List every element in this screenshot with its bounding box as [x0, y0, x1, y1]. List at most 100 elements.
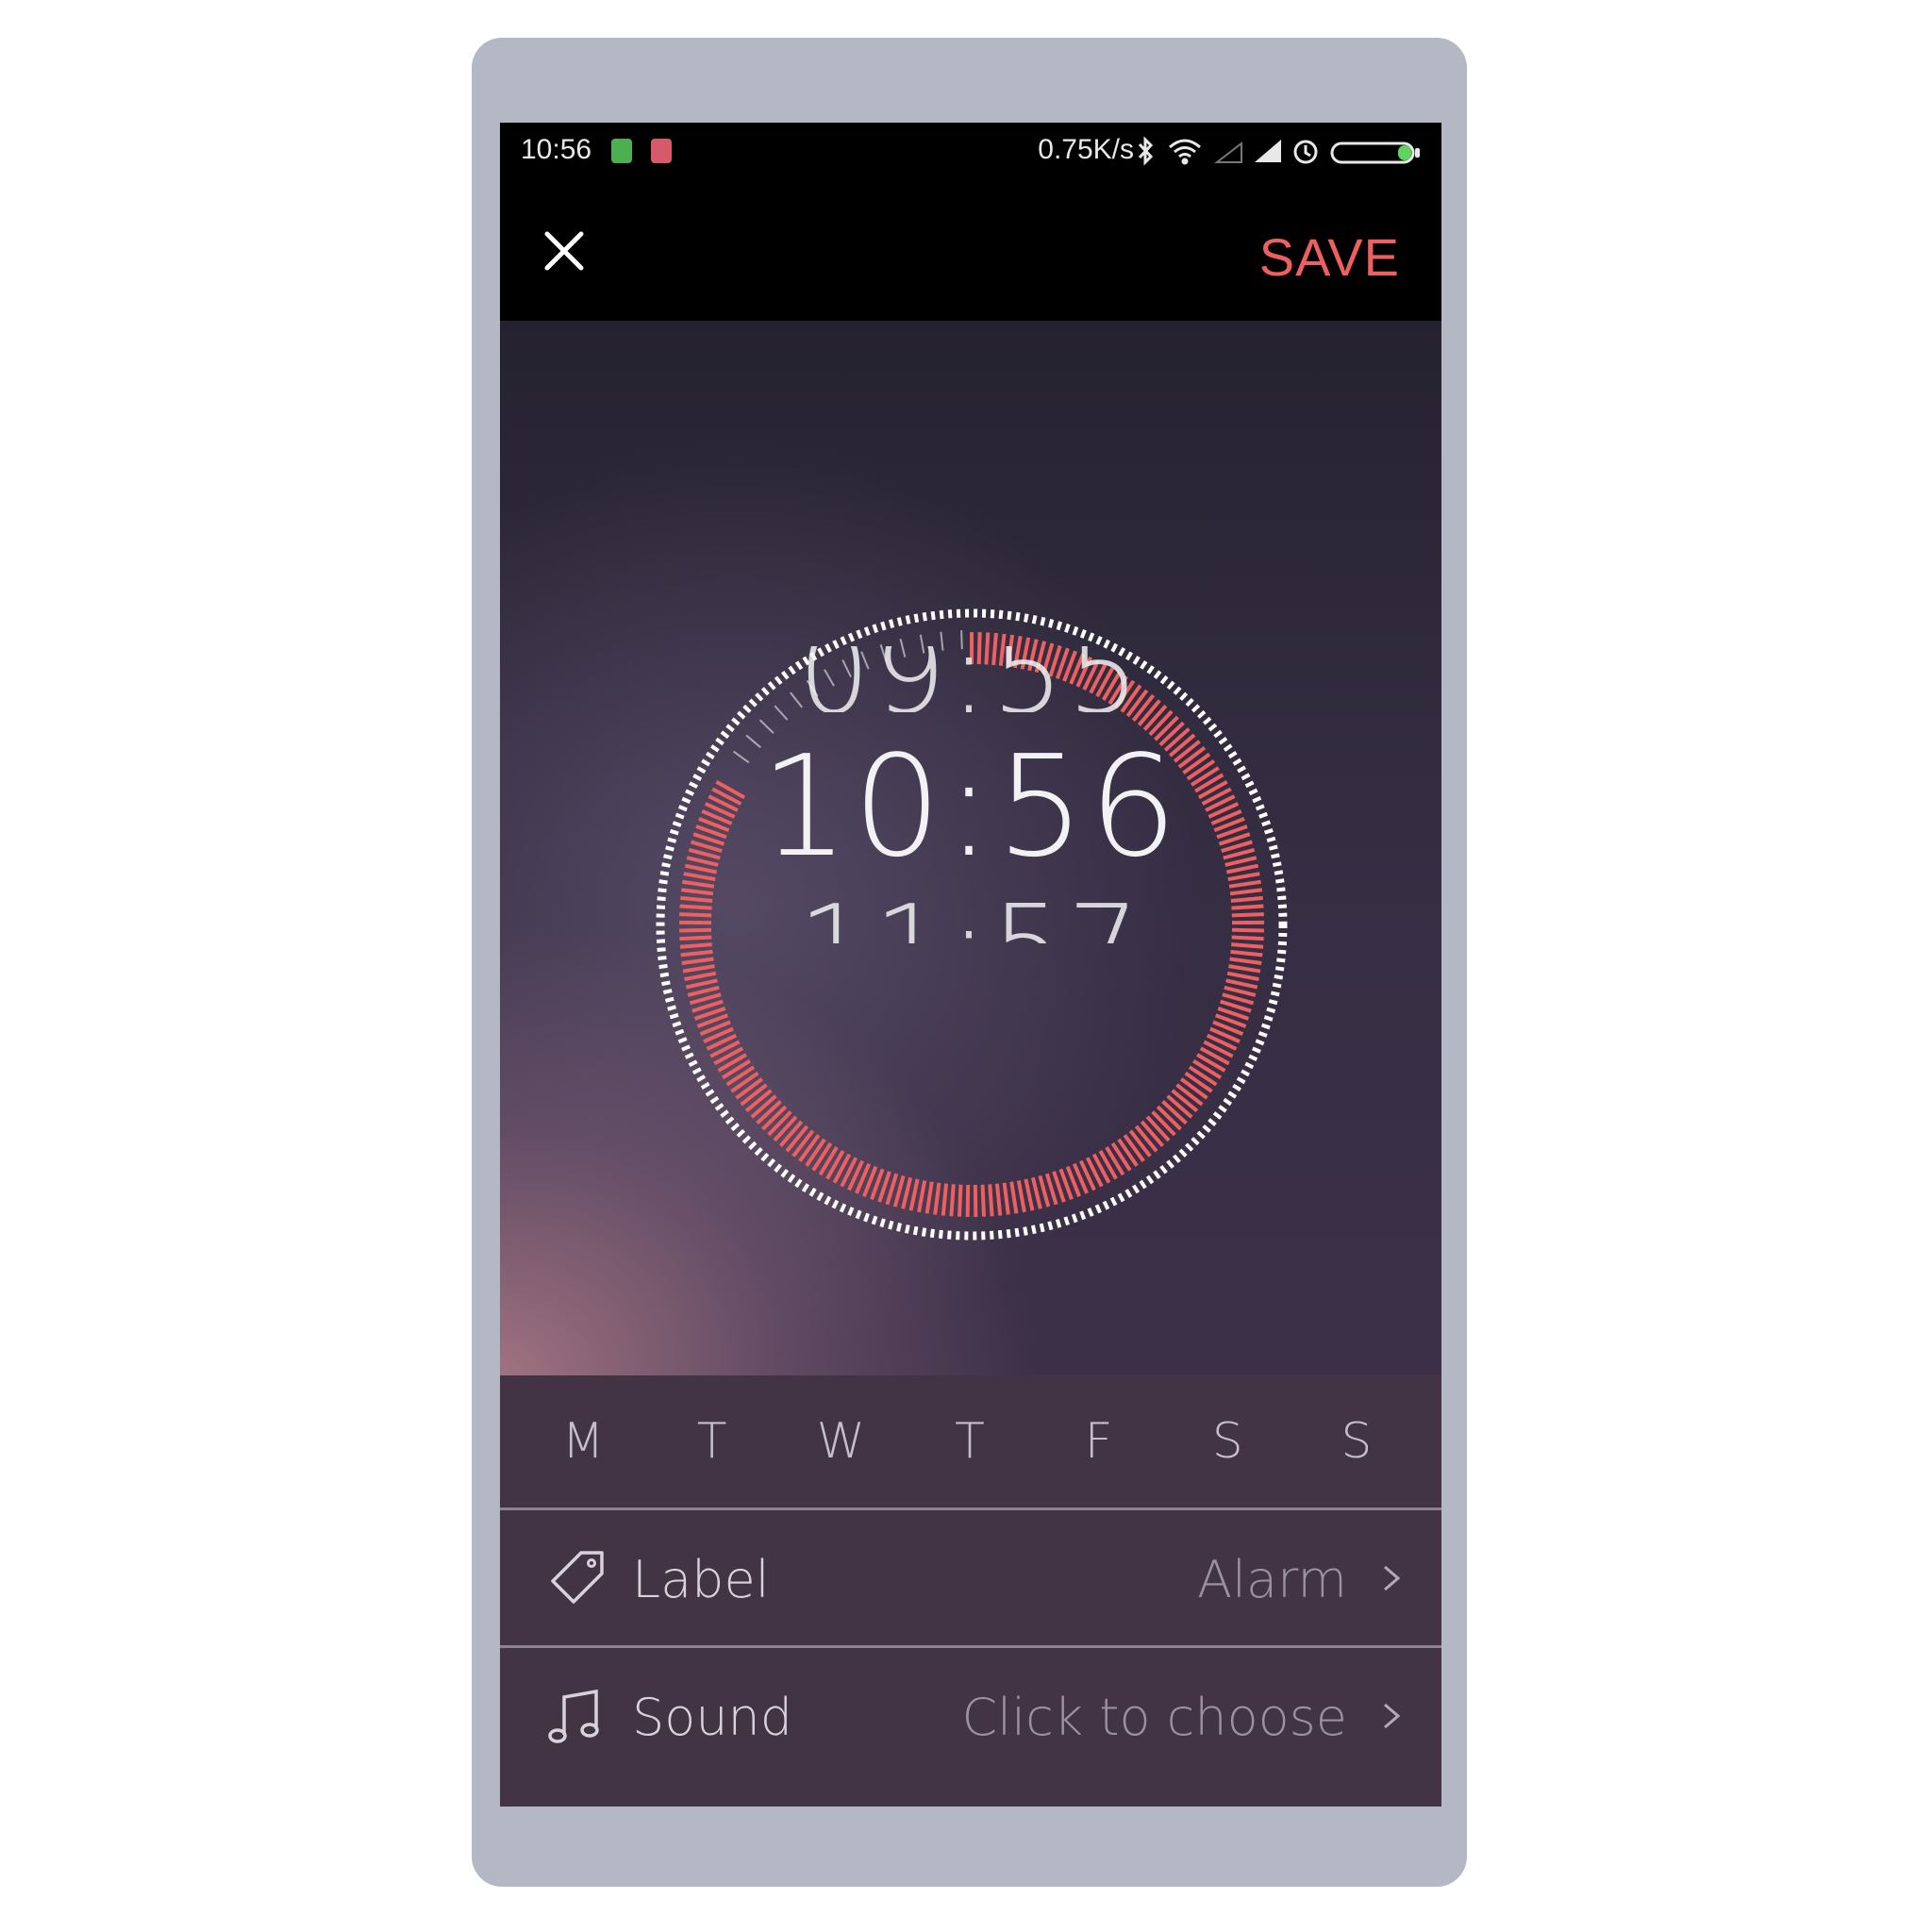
dial-progress-tick — [1161, 1100, 1188, 1125]
battery-icon — [1330, 142, 1420, 164]
network-speed: 0.75K/s — [1038, 134, 1134, 165]
dial-progress-tick — [1230, 949, 1263, 958]
dial-progress-tick — [994, 1183, 1003, 1216]
tag-icon — [551, 1551, 604, 1604]
app-bar: SAVE — [500, 181, 1441, 321]
sound-row-title: Sound — [632, 1688, 793, 1747]
dial-progress-tick — [805, 1138, 826, 1167]
dial-progress-tick — [681, 957, 714, 965]
alarm-status-icon — [1293, 140, 1318, 164]
dial-progress-tick — [1192, 1058, 1223, 1080]
wifi-icon — [1169, 139, 1201, 165]
dial-progress-tick — [1226, 971, 1259, 982]
dial-progress-tick — [1105, 1146, 1125, 1176]
dial-progress-tick — [750, 1094, 777, 1119]
dial-progress-tick — [680, 949, 713, 958]
dial-progress-tick — [1016, 1180, 1026, 1213]
dial-progress-tick — [941, 1183, 949, 1216]
dial-progress-tick — [725, 1065, 756, 1087]
dial-progress-tick — [818, 1146, 839, 1176]
close-icon[interactable] — [538, 225, 591, 277]
dial-progress-tick — [1140, 1120, 1165, 1147]
app-notification-green-icon — [611, 139, 632, 163]
dial-progress-tick — [1224, 985, 1257, 997]
chevron-right-icon — [1384, 1565, 1401, 1591]
dial-progress-tick — [811, 1141, 833, 1172]
sound-row-value: Click to choose — [961, 1688, 1347, 1747]
dial-progress-tick — [785, 1124, 809, 1153]
dial-progress-tick — [1110, 1141, 1132, 1172]
dial-progress-tick — [773, 1115, 798, 1142]
dial-progress-tick — [1009, 1181, 1019, 1214]
dial-progress-tick — [1228, 964, 1261, 974]
day-thursday[interactable]: T — [932, 1413, 1008, 1470]
dial-progress-tick — [1117, 1138, 1139, 1167]
dial-progress-tick — [721, 1058, 751, 1080]
dial-progress-tick — [908, 1178, 920, 1211]
label-row-value: Alarm — [1197, 1550, 1347, 1609]
day-wednesday[interactable]: W — [803, 1413, 878, 1470]
dial-progress-tick — [1002, 1182, 1010, 1215]
dial-progress-tick — [901, 1176, 913, 1209]
dial-progress-tick — [682, 964, 715, 974]
dial-progress-tick — [735, 1077, 764, 1100]
music-note-icon — [548, 1689, 599, 1743]
previous-time: 09:55 — [798, 646, 1143, 712]
dial-progress-tick — [761, 1105, 788, 1131]
phone-screen: 10:56 0.75K/s SAVE 09:55 10:56 M T W T F… — [500, 123, 1441, 1807]
sound-row[interactable]: Sound Click to choose — [500, 1648, 1441, 1783]
dial-progress-tick — [1184, 1071, 1213, 1093]
dial-progress-tick — [1231, 942, 1264, 949]
status-icons — [1138, 136, 1420, 166]
dial-progress-tick — [924, 1181, 934, 1214]
dial-progress-tick — [685, 978, 718, 990]
dial-progress-tick — [1179, 1077, 1208, 1100]
dial-progress-tick — [1166, 1094, 1193, 1119]
day-sunday[interactable]: S — [1319, 1413, 1394, 1470]
label-row-title: Label — [632, 1550, 770, 1609]
dial-progress-tick — [791, 1129, 815, 1158]
dial-progress-tick — [687, 985, 720, 997]
dial-progress-tick — [740, 1083, 768, 1107]
dial-progress-tick — [798, 1134, 821, 1162]
dial-progress-tick — [917, 1180, 927, 1213]
dial-progress-tick — [933, 1182, 941, 1215]
signal-empty-icon — [1214, 141, 1242, 163]
dial-progress-tick — [1229, 957, 1262, 965]
day-monday[interactable]: M — [545, 1413, 621, 1470]
weekday-selector: M T W T F S S — [500, 1375, 1441, 1507]
alarm-options-panel: M T W T F S S Label Alarm Sound Click to… — [500, 1375, 1441, 1807]
day-saturday[interactable]: S — [1190, 1413, 1265, 1470]
day-friday[interactable]: F — [1061, 1413, 1137, 1470]
dial-progress-tick — [744, 1089, 773, 1113]
dial-progress-tick — [1171, 1089, 1199, 1113]
dial-progress-tick — [1156, 1105, 1182, 1131]
next-time: 11:57 — [500, 877, 1441, 943]
chevron-right-icon — [1384, 1703, 1401, 1729]
status-time: 10:56 — [521, 134, 592, 165]
dial-progress-tick — [756, 1100, 782, 1125]
dial-progress-tick — [684, 971, 717, 982]
dial-progress-tick — [1030, 1176, 1042, 1209]
dial-progress-tick — [679, 942, 712, 949]
dial-progress-tick — [1225, 978, 1258, 990]
bluetooth-icon — [1138, 136, 1154, 166]
dial-progress-tick — [767, 1110, 792, 1137]
dial-progress-tick — [778, 1120, 804, 1147]
dial-progress-tick — [1145, 1115, 1171, 1142]
dial-progress-tick — [1128, 1129, 1152, 1158]
status-bar: 10:56 0.75K/s — [500, 123, 1441, 181]
selected-time[interactable]: 10:56 — [500, 726, 1441, 887]
dial-progress-tick — [988, 1184, 994, 1217]
app-notification-red-icon — [651, 139, 672, 163]
dial-progress-tick — [1151, 1110, 1176, 1137]
dial-progress-tick — [958, 1184, 963, 1217]
dial-progress-tick — [1175, 1083, 1204, 1107]
label-row[interactable]: Label Alarm — [500, 1510, 1441, 1645]
day-tuesday[interactable]: T — [675, 1413, 750, 1470]
dial-progress-tick — [1188, 1065, 1218, 1087]
signal-full-icon — [1255, 140, 1281, 162]
save-button[interactable]: SAVE — [1259, 226, 1400, 288]
dial-progress-tick — [730, 1071, 759, 1093]
dial-progress-tick — [1024, 1178, 1035, 1211]
